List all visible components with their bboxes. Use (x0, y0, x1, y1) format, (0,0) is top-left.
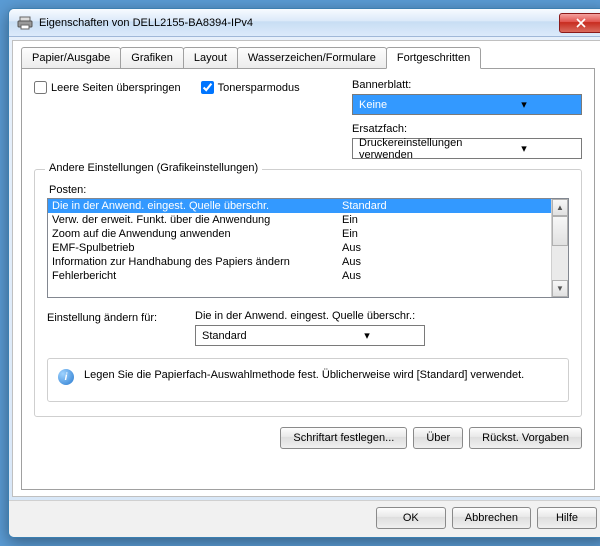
banner-value: Keine (359, 99, 469, 111)
change-setting-row: Einstellung ändern für: Die in der Anwen… (47, 310, 569, 346)
chevron-down-icon: ▾ (469, 98, 579, 111)
tab-button-row: Schriftart festlegen... Über Rückst. Vor… (34, 427, 582, 449)
close-button[interactable] (559, 13, 600, 33)
font-button[interactable]: Schriftart festlegen... (280, 427, 407, 449)
change-combo[interactable]: Standard ▾ (195, 325, 425, 346)
list-row-name: Die in der Anwend. eingest. Quelle übers… (52, 200, 342, 212)
tab-advanced[interactable]: Fortgeschritten (386, 47, 481, 69)
reset-button[interactable]: Rückst. Vorgaben (469, 427, 582, 449)
printer-icon (17, 15, 33, 31)
top-row: Leere Seiten überspringen Tonersparmodus… (34, 79, 582, 159)
list-row-value: Aus (342, 242, 547, 254)
list-row-value: Aus (342, 256, 547, 268)
scroll-thumb[interactable] (552, 216, 568, 246)
tabpage-advanced: Leere Seiten überspringen Tonersparmodus… (21, 69, 595, 490)
settings-group: Andere Einstellungen (Grafikeinstellunge… (34, 169, 582, 417)
list-row-value: Standard (342, 200, 547, 212)
help-button[interactable]: Hilfe (537, 507, 597, 529)
scroll-track[interactable] (552, 246, 568, 280)
titlebar[interactable]: Eigenschaften von DELL2155-BA8394-IPv4 (9, 9, 600, 37)
info-box: i Legen Sie die Papierfach-Auswahlmethod… (47, 358, 569, 402)
list-row-value: Ein (342, 214, 547, 226)
scrollbar[interactable]: ▲ ▼ (551, 199, 568, 297)
tab-graphics[interactable]: Grafiken (120, 47, 184, 68)
list-row[interactable]: Zoom auf die Anwendung anwendenEin (48, 227, 551, 241)
content-area: Papier/Ausgabe Grafiken Layout Wasserzei… (12, 40, 600, 497)
tray-combo[interactable]: Druckereinstellungen verwenden ▾ (352, 138, 582, 159)
ok-button[interactable]: OK (376, 507, 446, 529)
change-label: Einstellung ändern für: (47, 310, 177, 324)
skip-blank-label: Leere Seiten überspringen (51, 82, 181, 94)
tray-value: Druckereinstellungen verwenden (359, 137, 469, 161)
scroll-down-button[interactable]: ▼ (552, 280, 568, 297)
list-row-value: Ein (342, 228, 547, 240)
tab-paper[interactable]: Papier/Ausgabe (21, 47, 121, 68)
info-text: Legen Sie die Papierfach-Auswahlmethode … (84, 369, 524, 381)
list-row[interactable]: Die in der Anwend. eingest. Quelle übers… (48, 199, 551, 213)
toner-save-input[interactable] (201, 81, 214, 94)
right-column: Bannerblatt: Keine ▾ Ersatzfach: Drucker… (352, 79, 582, 159)
listbox-rows: Die in der Anwend. eingest. Quelle übers… (48, 199, 551, 297)
list-row[interactable]: Verw. der erweit. Funkt. über die Anwend… (48, 213, 551, 227)
chevron-down-icon: ▾ (312, 329, 422, 342)
change-value: Standard (202, 330, 312, 342)
dialog-footer: OK Abbrechen Hilfe (9, 500, 600, 537)
list-row[interactable]: FehlerberichtAus (48, 269, 551, 283)
tabstrip: Papier/Ausgabe Grafiken Layout Wasserzei… (21, 47, 595, 69)
banner-label: Bannerblatt: (352, 79, 582, 91)
skip-blank-input[interactable] (34, 81, 47, 94)
toner-save-label: Tonersparmodus (218, 82, 300, 94)
list-row-name: Fehlerbericht (52, 270, 342, 282)
posten-label: Posten: (49, 184, 569, 196)
group-title: Andere Einstellungen (Grafikeinstellunge… (45, 162, 262, 174)
skip-blank-checkbox[interactable]: Leere Seiten überspringen (34, 81, 181, 94)
list-row-name: EMF-Spulbetrieb (52, 242, 342, 254)
change-title: Die in der Anwend. eingest. Quelle übers… (195, 310, 425, 322)
change-body: Die in der Anwend. eingest. Quelle übers… (195, 310, 425, 346)
info-icon: i (58, 369, 74, 385)
dialog-window: Eigenschaften von DELL2155-BA8394-IPv4 P… (8, 8, 600, 538)
list-row-name: Information zur Handhabung des Papiers ä… (52, 256, 342, 268)
tab-watermark[interactable]: Wasserzeichen/Formulare (237, 47, 387, 68)
cancel-button[interactable]: Abbrechen (452, 507, 531, 529)
scroll-up-button[interactable]: ▲ (552, 199, 568, 216)
window-title: Eigenschaften von DELL2155-BA8394-IPv4 (39, 17, 559, 29)
tab-layout[interactable]: Layout (183, 47, 238, 68)
list-row-name: Zoom auf die Anwendung anwenden (52, 228, 342, 240)
toner-save-checkbox[interactable]: Tonersparmodus (201, 81, 300, 94)
posten-listbox[interactable]: Die in der Anwend. eingest. Quelle übers… (47, 198, 569, 298)
chevron-down-icon: ▾ (469, 142, 579, 155)
list-row[interactable]: Information zur Handhabung des Papiers ä… (48, 255, 551, 269)
tray-label: Ersatzfach: (352, 123, 582, 135)
about-button[interactable]: Über (413, 427, 463, 449)
check-row: Leere Seiten überspringen Tonersparmodus (34, 79, 300, 94)
banner-combo[interactable]: Keine ▾ (352, 94, 582, 115)
list-row-name: Verw. der erweit. Funkt. über die Anwend… (52, 214, 342, 226)
list-row-value: Aus (342, 270, 547, 282)
list-row[interactable]: EMF-SpulbetriebAus (48, 241, 551, 255)
